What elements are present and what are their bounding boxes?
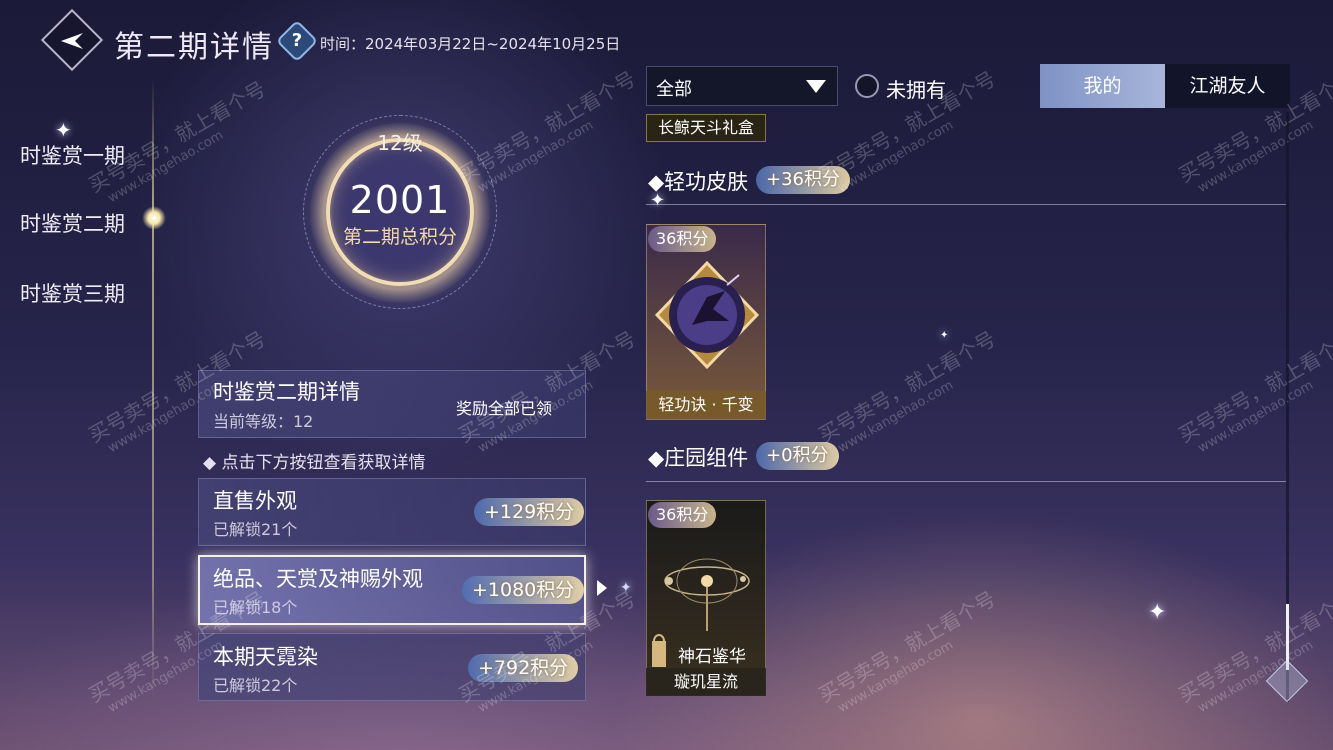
card-name: 璇玑星流: [646, 668, 766, 696]
current-level: 当前等级：12: [213, 412, 314, 431]
sparkle-icon: ✦: [55, 118, 72, 142]
category-points-badge: +129积分: [474, 498, 585, 526]
filter-dropdown-value: 全部: [656, 79, 692, 100]
watermark: 买号卖号，就上看个号 www.kangehao.com: [1174, 586, 1333, 717]
card-name: 轻功诀 · 千变: [646, 391, 766, 419]
total-score-label: 第二期总积分: [342, 226, 457, 248]
nav-item-period-3[interactable]: 时鉴赏三期: [20, 278, 125, 308]
total-score: 2001: [349, 178, 451, 222]
section-points-badge: +0积分: [756, 442, 839, 470]
category-title: 绝品、天赏及神赐外观: [213, 567, 423, 591]
category-unlocked-count: 已解锁18个: [213, 598, 298, 617]
tab-friends[interactable]: 江湖友人: [1165, 64, 1290, 108]
watermark: 买号卖号，就上看个号 www.kangehao.com: [814, 586, 1000, 717]
category-title: 直售外观: [213, 489, 297, 513]
sparkle-icon: ✦: [1148, 600, 1167, 625]
category-title: 本期天霓染: [213, 645, 318, 669]
chevron-down-icon[interactable]: [806, 80, 826, 93]
not-owned-label[interactable]: 未拥有: [886, 74, 946, 103]
section-divider: [646, 481, 1286, 482]
not-owned-radio[interactable]: [855, 74, 879, 98]
section-title: ◆轻功皮肤: [648, 170, 749, 194]
category-points-badge: +792积分: [468, 654, 579, 682]
category-unlocked-count: 已解锁21个: [213, 520, 298, 539]
watermark: 买号卖号，就上看个号 www.kangehao.com: [1174, 326, 1333, 457]
sparkle-icon: ✦: [940, 330, 949, 341]
back-arrow-icon[interactable]: [55, 24, 89, 58]
tab-mine[interactable]: 我的: [1040, 64, 1165, 108]
card-overlay-label: 神石鉴华: [678, 647, 746, 667]
period-time: 时间：2024年03月22日~2024年10月25日: [320, 35, 621, 53]
active-indicator-icon: [142, 206, 166, 230]
section-title: ◆庄园组件: [648, 446, 749, 470]
hint-text: ◆ 点击下方按钮查看获取详情: [203, 453, 426, 473]
section-points-badge: +36积分: [756, 166, 850, 194]
gift-box-tag[interactable]: 长鲸天斗礼盒: [646, 114, 766, 142]
nav-divider: [152, 78, 154, 700]
category-points-badge: +1080积分: [462, 576, 585, 604]
reward-status: 奖励全部已领: [456, 399, 553, 418]
page-title: 第二期详情: [114, 30, 274, 65]
selected-arrow-icon: [597, 580, 607, 596]
level-label: 12级: [377, 131, 423, 155]
nav-item-period-2[interactable]: 时鉴赏二期: [20, 208, 125, 238]
nav-item-period-1[interactable]: 时鉴赏一期: [20, 140, 125, 170]
sparkle-icon: ✦: [620, 580, 632, 596]
help-icon[interactable]: ?: [282, 26, 312, 56]
card-points-badge: 36积分: [648, 226, 717, 252]
section-divider: [646, 204, 1286, 205]
scroll-diamond-icon: [1265, 659, 1309, 703]
period-detail-title: 时鉴赏二期详情: [213, 380, 360, 404]
category-unlocked-count: 已解锁22个: [213, 676, 298, 695]
watermark: 买号卖号，就上看个号 www.kangehao.com: [814, 326, 1000, 457]
card-points-badge: 36积分: [648, 502, 717, 528]
